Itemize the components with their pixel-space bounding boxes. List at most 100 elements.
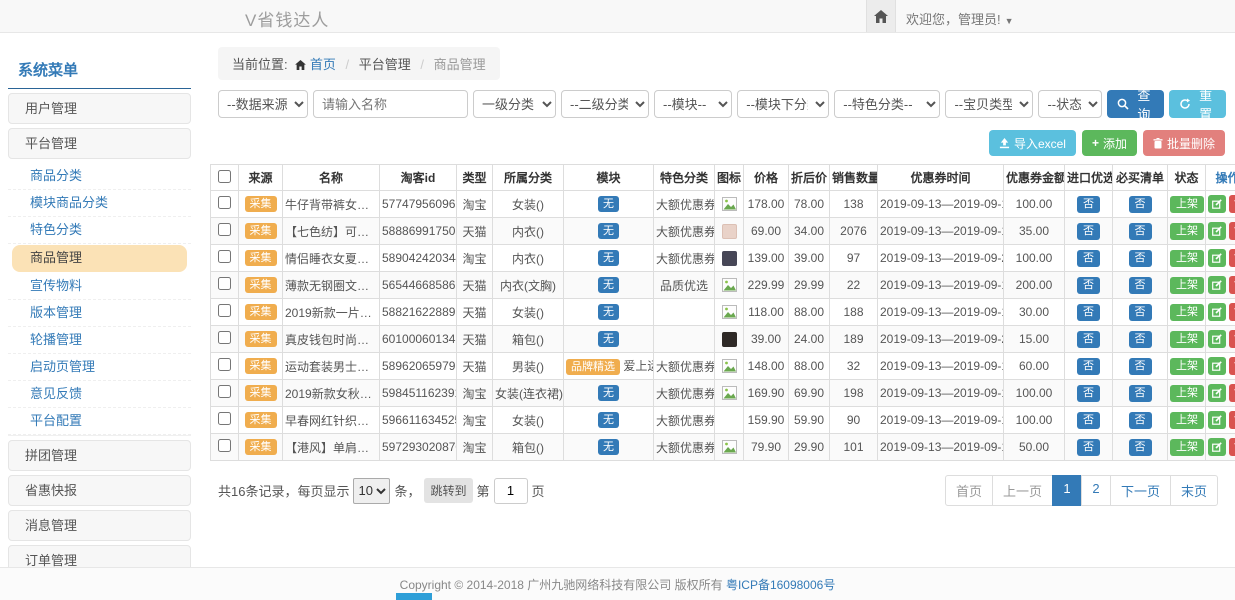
- edit-button[interactable]: [1208, 357, 1226, 375]
- must-buy-toggle[interactable]: 否: [1129, 304, 1152, 321]
- must-buy-toggle[interactable]: 否: [1129, 196, 1152, 213]
- status-toggle[interactable]: 上架: [1170, 385, 1204, 402]
- sidebar-item-宣传物料[interactable]: 宣传物料: [8, 273, 191, 300]
- filter-select-2[interactable]: 一级分类: [473, 90, 556, 118]
- filter-select-1[interactable]: --数据来源--: [218, 90, 308, 118]
- import-select-toggle[interactable]: 否: [1077, 331, 1100, 348]
- edit-button[interactable]: [1208, 276, 1226, 294]
- status-toggle[interactable]: 上架: [1170, 412, 1204, 429]
- select-all-checkbox[interactable]: [218, 170, 231, 183]
- import-select-toggle[interactable]: 否: [1077, 250, 1100, 267]
- delete-button[interactable]: [1229, 249, 1235, 267]
- status-toggle[interactable]: 上架: [1170, 250, 1204, 267]
- row-checkbox[interactable]: [218, 196, 231, 209]
- page-button-下一页[interactable]: 下一页: [1110, 475, 1171, 506]
- product-name-input[interactable]: [313, 90, 468, 118]
- must-buy-toggle[interactable]: 否: [1129, 277, 1152, 294]
- import-select-toggle[interactable]: 否: [1077, 304, 1100, 321]
- delete-button[interactable]: [1229, 276, 1235, 294]
- delete-button[interactable]: [1229, 330, 1235, 348]
- edit-button[interactable]: [1208, 249, 1226, 267]
- row-checkbox[interactable]: [218, 250, 231, 263]
- user-menu[interactable]: 欢迎您，管理员!▼: [906, 9, 1014, 28]
- row-checkbox[interactable]: [218, 358, 231, 371]
- must-buy-toggle[interactable]: 否: [1129, 412, 1152, 429]
- status-toggle[interactable]: 上架: [1170, 358, 1204, 375]
- page-button-末页[interactable]: 末页: [1170, 475, 1218, 506]
- page-button-首页[interactable]: 首页: [945, 475, 993, 506]
- filter-select-3[interactable]: --二级分类--: [561, 90, 649, 118]
- import-select-toggle[interactable]: 否: [1077, 277, 1100, 294]
- row-checkbox[interactable]: [218, 412, 231, 425]
- search-button[interactable]: 查询: [1107, 90, 1164, 118]
- page-button-2[interactable]: 2: [1081, 475, 1111, 506]
- row-checkbox[interactable]: [218, 331, 231, 344]
- import-select-toggle[interactable]: 否: [1077, 439, 1100, 456]
- import-excel-button[interactable]: 导入excel: [989, 130, 1076, 156]
- filter-select-8[interactable]: --状态--: [1038, 90, 1102, 118]
- edit-button[interactable]: [1208, 303, 1226, 321]
- status-toggle[interactable]: 上架: [1170, 277, 1204, 294]
- edit-button[interactable]: [1208, 222, 1226, 240]
- sidebar-item-平台配置[interactable]: 平台配置: [8, 408, 191, 435]
- delete-button[interactable]: [1229, 438, 1235, 456]
- sidebar-group-用户管理[interactable]: 用户管理: [8, 93, 191, 124]
- sidebar-item-意见反馈[interactable]: 意见反馈: [8, 381, 191, 408]
- delete-button[interactable]: [1229, 384, 1235, 402]
- sidebar-group-消息管理[interactable]: 消息管理: [8, 510, 191, 541]
- status-toggle[interactable]: 上架: [1170, 331, 1204, 348]
- must-buy-toggle[interactable]: 否: [1129, 331, 1152, 348]
- import-select-toggle[interactable]: 否: [1077, 358, 1100, 375]
- page-size-select[interactable]: 10: [353, 478, 390, 504]
- jump-button[interactable]: 跳转到: [424, 478, 472, 503]
- reset-button[interactable]: 重置: [1169, 90, 1226, 118]
- sidebar-item-商品管理[interactable]: 商品管理: [12, 245, 187, 272]
- delete-button[interactable]: [1229, 411, 1235, 429]
- sidebar-item-商品分类[interactable]: 商品分类: [8, 163, 191, 190]
- breadcrumb-home-link[interactable]: 首页: [310, 57, 336, 72]
- home-button[interactable]: [866, 0, 896, 32]
- icp-link[interactable]: 粤ICP备16098006号: [726, 576, 835, 593]
- batch-delete-button[interactable]: 批量删除: [1143, 130, 1225, 156]
- edit-button[interactable]: [1208, 330, 1226, 348]
- delete-button[interactable]: [1229, 303, 1235, 321]
- must-buy-toggle[interactable]: 否: [1129, 223, 1152, 240]
- status-toggle[interactable]: 上架: [1170, 304, 1204, 321]
- import-select-toggle[interactable]: 否: [1077, 385, 1100, 402]
- page-button-上一页[interactable]: 上一页: [992, 475, 1053, 506]
- sidebar-group-平台管理[interactable]: 平台管理: [8, 128, 191, 159]
- jump-page-input[interactable]: [494, 478, 528, 504]
- must-buy-toggle[interactable]: 否: [1129, 439, 1152, 456]
- edit-button[interactable]: [1208, 411, 1226, 429]
- filter-select-5[interactable]: --模块下分类--: [737, 90, 829, 118]
- sidebar-group-省惠快报[interactable]: 省惠快报: [8, 475, 191, 506]
- delete-button[interactable]: [1229, 222, 1235, 240]
- sidebar-item-轮播管理[interactable]: 轮播管理: [8, 327, 191, 354]
- status-toggle[interactable]: 上架: [1170, 439, 1204, 456]
- filter-select-7[interactable]: --宝贝类型--: [945, 90, 1033, 118]
- sidebar-item-版本管理[interactable]: 版本管理: [8, 300, 191, 327]
- delete-button[interactable]: [1229, 357, 1235, 375]
- add-button[interactable]: + 添加: [1082, 130, 1137, 156]
- must-buy-toggle[interactable]: 否: [1129, 385, 1152, 402]
- must-buy-toggle[interactable]: 否: [1129, 250, 1152, 267]
- filter-select-6[interactable]: --特色分类--: [834, 90, 940, 118]
- row-checkbox[interactable]: [218, 385, 231, 398]
- sidebar-item-模块商品分类[interactable]: 模块商品分类: [8, 190, 191, 217]
- edit-button[interactable]: [1208, 384, 1226, 402]
- sidebar-group-拼团管理[interactable]: 拼团管理: [8, 440, 191, 471]
- row-checkbox[interactable]: [218, 223, 231, 236]
- row-checkbox[interactable]: [218, 304, 231, 317]
- delete-button[interactable]: [1229, 195, 1235, 213]
- edit-button[interactable]: [1208, 438, 1226, 456]
- must-buy-toggle[interactable]: 否: [1129, 358, 1152, 375]
- import-select-toggle[interactable]: 否: [1077, 412, 1100, 429]
- sidebar-item-启动页管理[interactable]: 启动页管理: [8, 354, 191, 381]
- import-select-toggle[interactable]: 否: [1077, 196, 1100, 213]
- sidebar-item-特色分类[interactable]: 特色分类: [8, 217, 191, 244]
- page-button-1[interactable]: 1: [1052, 475, 1082, 506]
- row-checkbox[interactable]: [218, 277, 231, 290]
- filter-select-4[interactable]: --模块--: [654, 90, 732, 118]
- status-toggle[interactable]: 上架: [1170, 223, 1204, 240]
- row-checkbox[interactable]: [218, 439, 231, 452]
